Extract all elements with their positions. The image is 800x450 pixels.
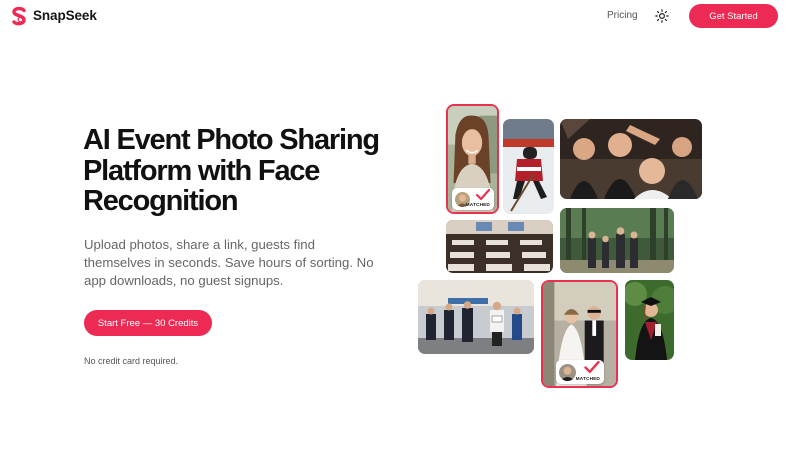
match-avatar xyxy=(559,363,576,381)
matched-badge: MATCHED xyxy=(556,360,604,384)
sun-icon[interactable] xyxy=(655,9,669,23)
start-free-button[interactable]: Start Free — 30 Credits xyxy=(84,310,212,336)
photo-hockey-player xyxy=(503,119,554,214)
get-started-button[interactable]: Get Started xyxy=(689,4,778,28)
photo-marathon-runners xyxy=(418,280,534,354)
photo-wedding-couple: MATCHED xyxy=(541,280,618,388)
no-credit-card-note: No credit card required. xyxy=(84,356,179,366)
photo-portrait-woman: MATCHED xyxy=(446,104,499,214)
photo-conference-room xyxy=(446,220,553,273)
photo-forest-group xyxy=(560,208,674,273)
photo-graduate xyxy=(625,280,674,360)
logo-icon[interactable] xyxy=(11,6,27,26)
check-icon xyxy=(476,189,490,201)
photo-party-crowd xyxy=(560,119,702,199)
matched-label: MATCHED xyxy=(575,377,600,382)
matched-badge: MATCHED xyxy=(452,188,494,210)
brand-name[interactable]: SnapSeek xyxy=(33,8,97,23)
check-icon xyxy=(584,361,600,374)
hero-subtitle: Upload photos, share a link, guests find… xyxy=(84,237,374,289)
nav-pricing-link[interactable]: Pricing xyxy=(607,10,638,21)
matched-label: MATCHED xyxy=(465,203,490,208)
hero-title: AI Event Photo Sharing Platform with Fac… xyxy=(83,124,380,217)
